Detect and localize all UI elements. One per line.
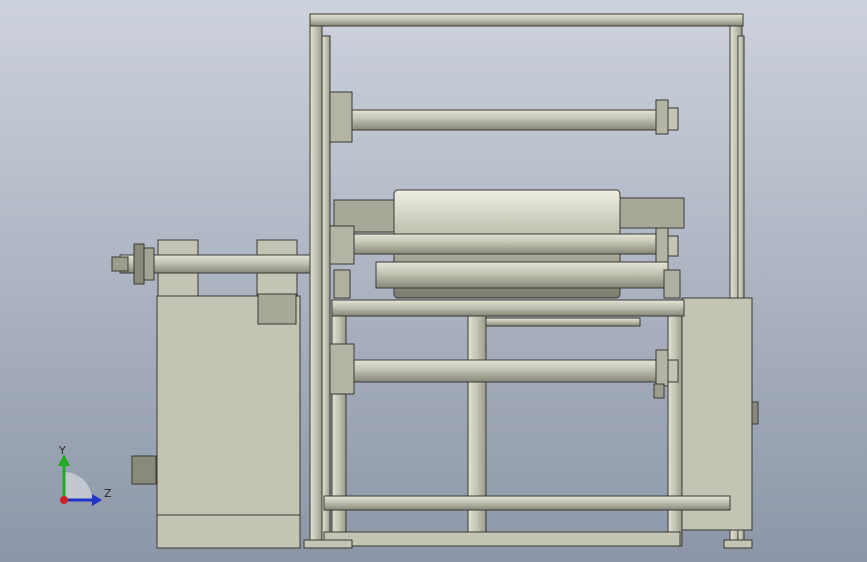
left-motor-block[interactable] — [257, 293, 297, 325]
lower-roller-tip[interactable] — [667, 359, 679, 383]
middle-roller-flange-left[interactable] — [329, 225, 355, 265]
drum-tension-rod[interactable] — [485, 317, 641, 327]
left-pulley-outer[interactable] — [133, 243, 145, 285]
lower-deck-beam[interactable] — [323, 495, 731, 511]
upper-roller-tip[interactable] — [667, 107, 679, 131]
left-frame-post[interactable] — [309, 25, 323, 547]
base-rail[interactable] — [323, 531, 681, 547]
lower-drum-roller[interactable] — [375, 261, 669, 289]
upper-roller-flange-left[interactable] — [329, 91, 353, 143]
left-frame-post-inner[interactable] — [321, 35, 331, 547]
lower-roller-flange-right[interactable] — [655, 349, 669, 387]
middle-roller-tip[interactable] — [667, 235, 679, 257]
top-crossbar[interactable] — [309, 13, 744, 27]
drum-mount-right[interactable] — [617, 197, 685, 229]
right-foot[interactable] — [723, 539, 753, 549]
left-foot[interactable] — [303, 539, 353, 549]
lower-roller-shaft[interactable] — [353, 359, 657, 383]
triad-z-label: Z — [104, 487, 112, 500]
inner-frame-mid-left[interactable] — [467, 315, 487, 547]
right-cabinet[interactable] — [681, 297, 753, 531]
triad-x-axis-point — [60, 496, 68, 504]
left-cabinet[interactable] — [156, 295, 301, 549]
left-spindle-nut[interactable] — [111, 256, 129, 272]
lower-roller-flange-left[interactable] — [329, 343, 355, 395]
upper-roller-shaft[interactable] — [351, 109, 659, 131]
guide-block-right[interactable] — [663, 269, 681, 299]
upper-roller-flange-right[interactable] — [655, 99, 669, 135]
guide-block-left[interactable] — [333, 269, 351, 299]
cad-3d-viewport[interactable]: Y Z — [0, 0, 867, 562]
triad-y-label: Y — [58, 444, 66, 457]
lower-roller-bracket[interactable] — [653, 383, 665, 399]
middle-roller-flange-right[interactable] — [655, 227, 669, 263]
lower-pulley[interactable] — [131, 455, 157, 485]
middle-roller-shaft[interactable] — [353, 233, 657, 255]
upper-deck-beam[interactable] — [331, 299, 685, 317]
right-cabinet-knob[interactable] — [751, 401, 759, 425]
left-pulley-inner[interactable] — [143, 247, 155, 281]
